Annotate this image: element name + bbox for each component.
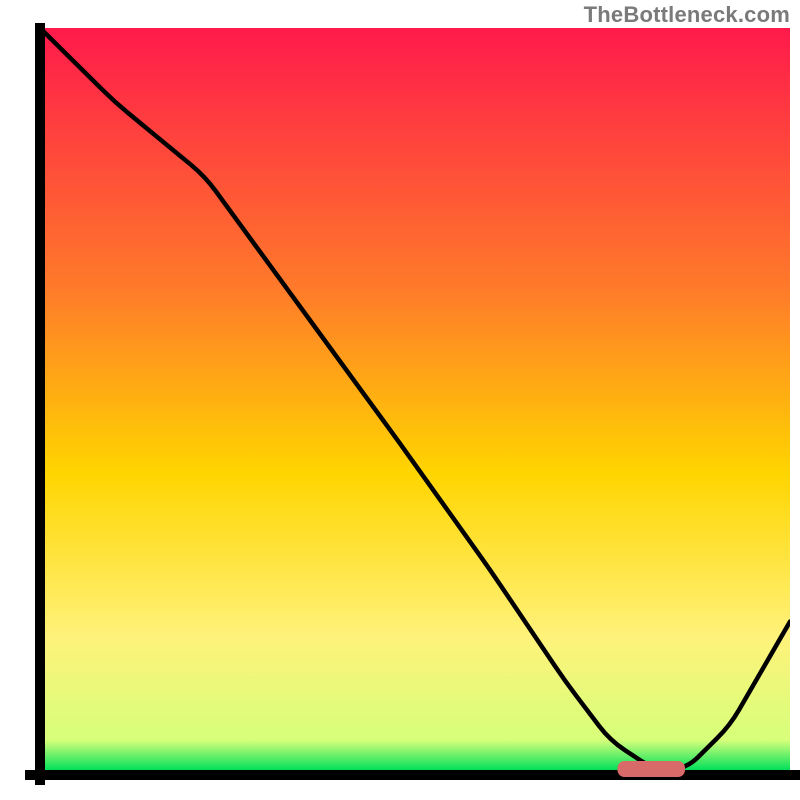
plot-background [40, 28, 790, 770]
optimal-range-marker [618, 761, 686, 777]
chart-container: { "attribution": "TheBottleneck.com", "c… [0, 0, 800, 800]
bottleneck-chart [0, 0, 800, 800]
